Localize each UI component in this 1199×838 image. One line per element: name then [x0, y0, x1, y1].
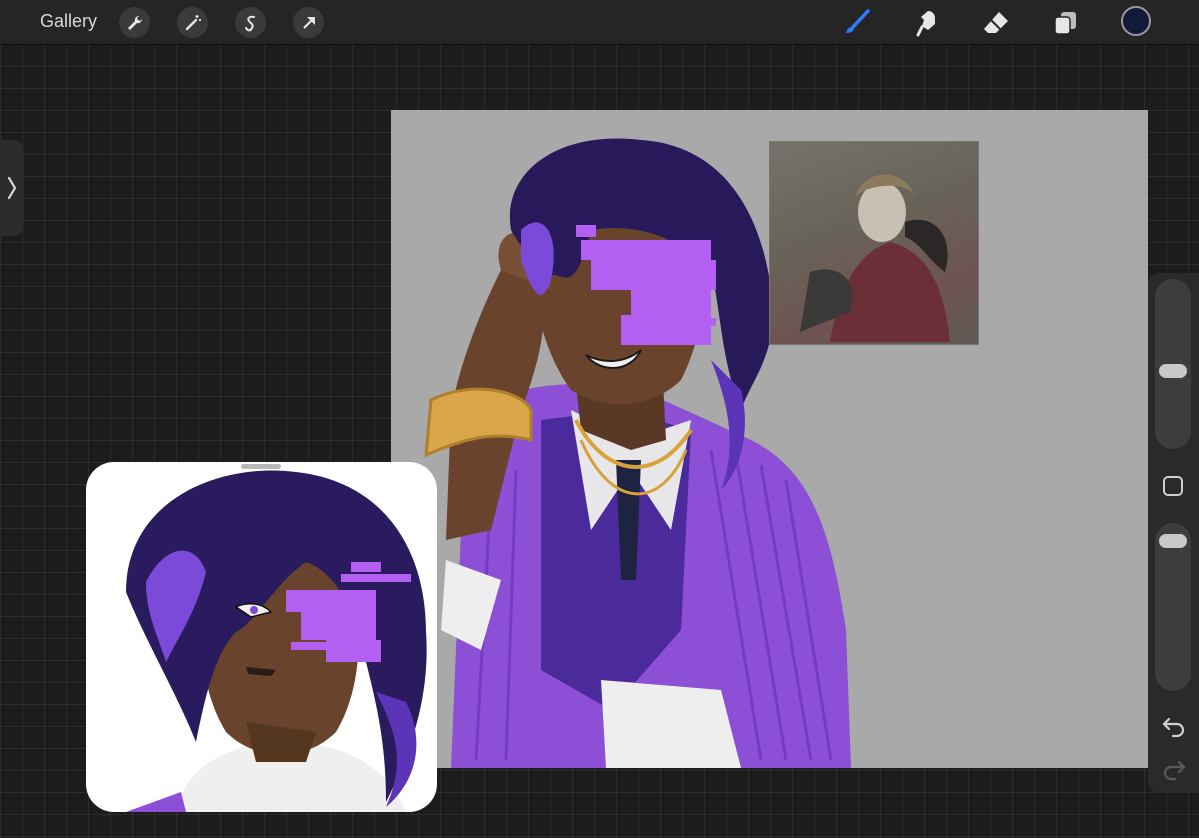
gallery-button[interactable]: Gallery — [40, 11, 97, 32]
eraser-icon[interactable] — [981, 8, 1011, 38]
brush-icon[interactable] — [841, 8, 871, 38]
portrait-illustration — [126, 470, 427, 812]
undo-icon[interactable] — [1161, 714, 1187, 738]
modifier-square-icon[interactable] — [1163, 476, 1183, 496]
wrench-icon[interactable] — [119, 7, 150, 38]
current-color-swatch[interactable] — [1121, 6, 1151, 36]
right-sidebar — [1148, 273, 1199, 793]
transform-arrow-icon[interactable] — [293, 7, 324, 38]
top-toolbar: Gallery — [0, 0, 1199, 45]
opacity-thumb[interactable] — [1159, 534, 1187, 549]
reference-image[interactable] — [769, 141, 979, 345]
magic-wand-icon[interactable] — [177, 7, 208, 38]
brush-size-slider[interactable] — [1155, 279, 1191, 449]
preview-drag-handle[interactable] — [241, 464, 281, 469]
side-panel-toggle[interactable] — [0, 140, 24, 236]
selection-icon[interactable] — [235, 7, 266, 38]
redo-icon[interactable] — [1161, 757, 1187, 781]
brush-size-thumb[interactable] — [1159, 364, 1187, 379]
layers-icon[interactable] — [1051, 8, 1081, 38]
reference-photo-figure — [770, 142, 978, 344]
reference-preview-window[interactable] — [86, 462, 437, 812]
chevron-right-icon — [7, 176, 17, 200]
opacity-slider[interactable] — [1155, 523, 1191, 691]
smudge-icon[interactable] — [911, 8, 941, 38]
